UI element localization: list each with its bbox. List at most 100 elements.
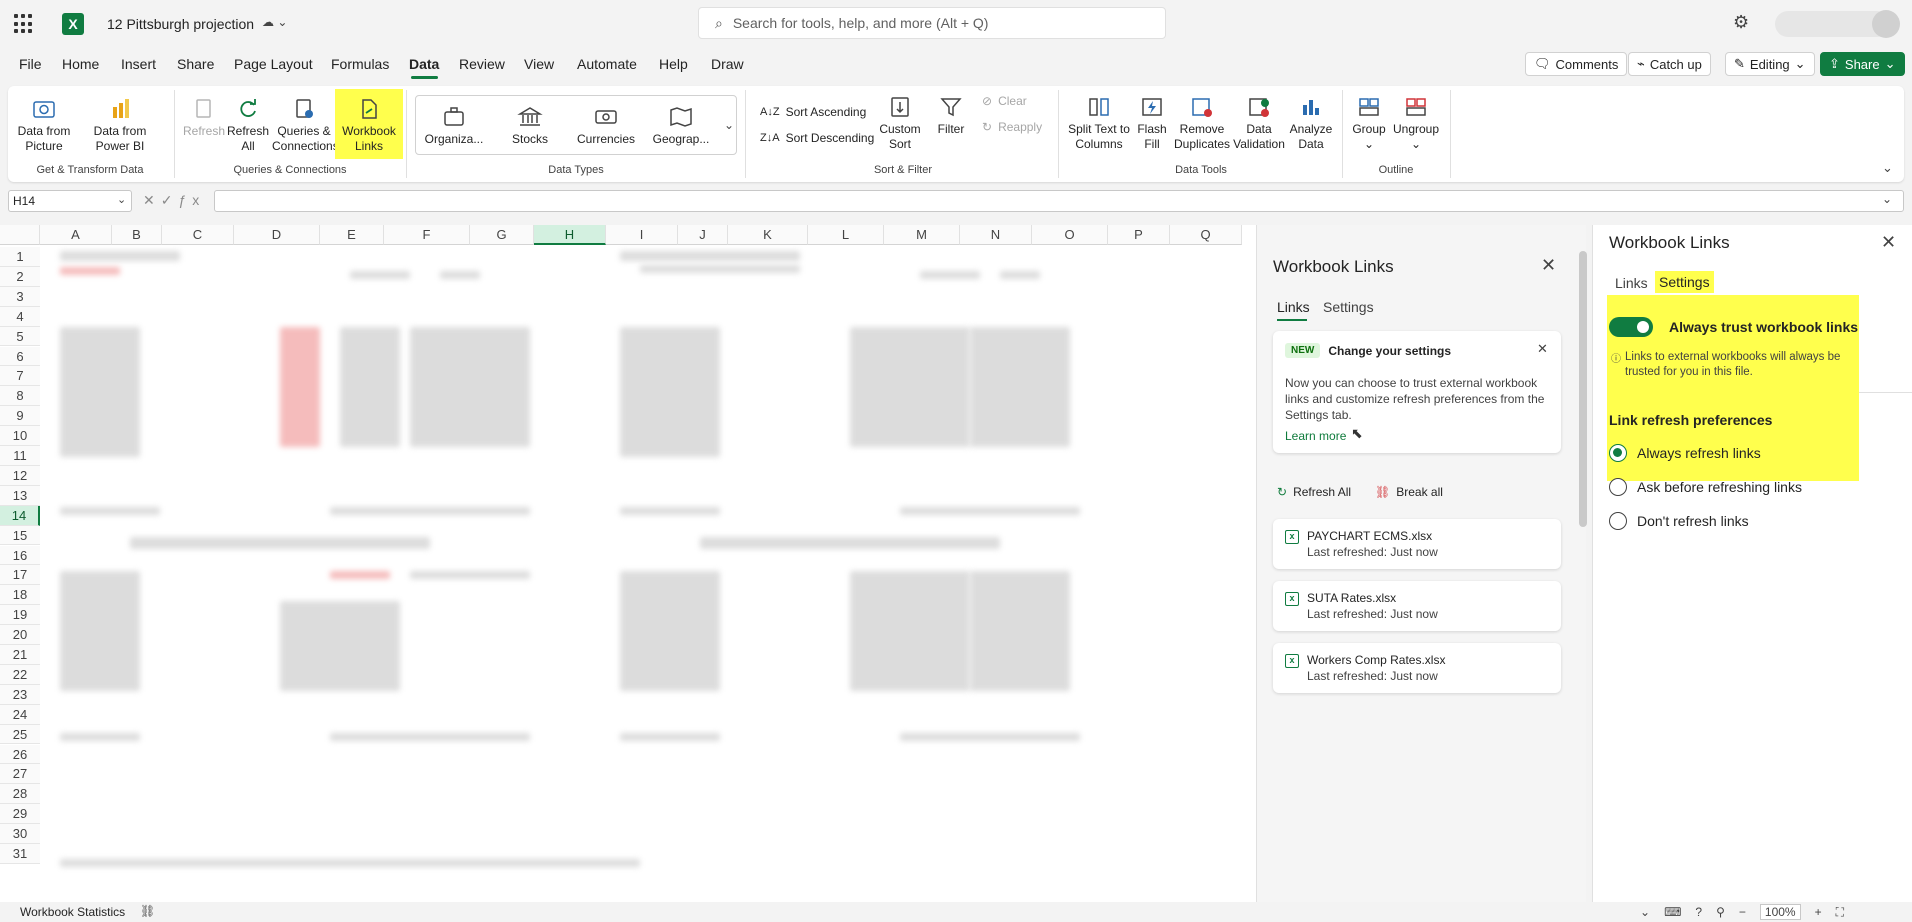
menu-page-layout[interactable]: Page Layout <box>234 56 313 72</box>
row-header[interactable]: 1 <box>0 247 40 267</box>
row-header[interactable]: 28 <box>0 784 40 805</box>
column-header[interactable]: B <box>112 225 162 245</box>
worksheet-grid[interactable]: ABCDEFGHIJKLMNOPQ 1 2 3 4 5 6 7 8 9 10 11 12 13 14 15 1… <box>0 225 1256 903</box>
avatar[interactable] <box>1872 10 1900 38</box>
row-header[interactable]: 7 <box>0 366 40 387</box>
column-header[interactable]: L <box>808 225 884 245</box>
menu-draw[interactable]: Draw <box>711 56 744 72</box>
row-header[interactable]: 4 <box>0 306 40 327</box>
row-header[interactable]: 11 <box>0 446 40 466</box>
radio-button[interactable] <box>1609 478 1627 496</box>
row-header[interactable]: 13 <box>0 485 40 506</box>
refresh-all-button[interactable]: Refresh All <box>225 97 271 154</box>
row-header[interactable]: 25 <box>0 724 40 745</box>
flash-fill-button[interactable]: Flash Fill <box>1134 95 1170 152</box>
column-header[interactable]: O <box>1032 225 1108 245</box>
radio-button-selected[interactable] <box>1609 444 1627 462</box>
list-item[interactable]: x Workers Comp Rates.xlsx Last refreshed… <box>1273 643 1561 693</box>
column-header[interactable]: N <box>960 225 1032 245</box>
stocks-type-button[interactable]: Stocks <box>500 105 560 147</box>
sort-ascending-button[interactable]: A↓Z Sort Ascending <box>760 105 866 119</box>
row-header[interactable]: 27 <box>0 764 40 785</box>
column-header[interactable]: E <box>320 225 384 245</box>
collapse-ribbon-chevron-icon[interactable]: ⌄ <box>1882 160 1893 176</box>
list-item[interactable]: x SUTA Rates.xlsx Last refreshed: Just n… <box>1273 581 1561 631</box>
analyze-data-button[interactable]: Analyze Data <box>1286 95 1336 152</box>
menu-help[interactable]: Help <box>659 56 688 72</box>
queries-connections-button[interactable]: Queries & Connections <box>272 97 339 154</box>
zoom-out-icon[interactable]: − <box>1739 905 1746 919</box>
menu-automate[interactable]: Automate <box>577 56 637 72</box>
radio-button[interactable] <box>1609 512 1627 530</box>
row-header[interactable]: 12 <box>0 465 40 486</box>
refresh-button[interactable]: Refresh <box>181 97 227 139</box>
pane-scrollbar[interactable] <box>1579 251 1587 527</box>
data-from-power-bi-button[interactable]: Data from Power BI <box>75 97 165 154</box>
fullscreen-icon[interactable]: ⛶ <box>1836 905 1844 920</box>
always-trust-toggle[interactable] <box>1609 317 1653 337</box>
data-validation-button[interactable]: Data Validation <box>1233 95 1285 152</box>
tab-links[interactable]: Links <box>1277 299 1310 315</box>
catch-up-button[interactable]: ⌁ Catch up <box>1628 52 1711 76</box>
close-icon[interactable]: ✕ <box>1541 255 1556 276</box>
row-header[interactable]: 24 <box>0 704 40 725</box>
menu-share[interactable]: Share <box>177 56 214 72</box>
column-header[interactable]: J <box>678 225 728 245</box>
radio-dont-refresh[interactable]: Don't refresh links <box>1609 512 1749 530</box>
column-header[interactable]: Q <box>1170 225 1242 245</box>
row-header[interactable]: 10 <box>0 426 40 446</box>
group-button[interactable]: Group ⌄ <box>1348 95 1390 152</box>
row-header[interactable]: 30 <box>0 824 40 844</box>
column-header[interactable]: I <box>606 225 678 245</box>
split-text-button[interactable]: Split Text to Columns <box>1064 95 1134 152</box>
remove-duplicates-button[interactable]: Remove Duplicates <box>1172 95 1232 152</box>
learn-more-link[interactable]: Learn more <box>1285 429 1346 443</box>
zoom-level[interactable]: 100% <box>1759 904 1801 920</box>
zoom-in-icon[interactable]: + <box>1815 905 1822 919</box>
search-box[interactable]: ⌕ Search for tools, help, and more (Alt … <box>698 7 1166 39</box>
keyboard-icon[interactable]: ⌨ <box>1664 905 1681 919</box>
custom-sort-button[interactable]: Custom Sort <box>874 95 926 152</box>
menu-formulas[interactable]: Formulas <box>331 56 389 72</box>
close-icon[interactable]: ✕ <box>1881 232 1896 253</box>
filter-button[interactable]: Filter <box>928 95 974 137</box>
radio-ask-before-refresh[interactable]: Ask before refreshing links <box>1609 478 1802 496</box>
tab-links[interactable]: Links <box>1615 275 1648 291</box>
accessibility-icon[interactable]: ⚲ <box>1716 905 1725 919</box>
row-header[interactable]: 19 <box>0 605 40 626</box>
row-header[interactable]: 16 <box>0 545 40 566</box>
tab-settings[interactable]: Settings <box>1655 271 1714 293</box>
reapply-button[interactable]: ↻ Reapply <box>982 120 1042 134</box>
organization-type-button[interactable]: Organiza... <box>418 105 490 147</box>
break-all-button[interactable]: ⛓ Break all <box>1375 485 1443 499</box>
autosave-chevron-down-icon[interactable]: ☁ ⌄ <box>262 15 287 29</box>
row-header[interactable]: 18 <box>0 585 40 606</box>
row-header[interactable]: 3 <box>0 286 40 307</box>
row-header[interactable]: 8 <box>0 386 40 407</box>
help-icon[interactable]: ? <box>1695 905 1702 919</box>
formula-cancel-confirm-fx-icons[interactable]: ✕✓ƒx <box>143 192 205 209</box>
document-title[interactable]: 12 Pittsburgh projection <box>107 16 254 32</box>
row-header[interactable]: 20 <box>0 625 40 645</box>
row-header[interactable]: 26 <box>0 744 40 765</box>
list-item[interactable]: x PAYCHART ECMS.xlsx Last refreshed: Jus… <box>1273 519 1561 569</box>
menu-home[interactable]: Home <box>62 56 99 72</box>
row-header[interactable]: 31 <box>0 844 40 864</box>
workbook-links-button[interactable]: Workbook Links <box>335 89 403 159</box>
workbook-statistics-button[interactable]: Workbook Statistics <box>20 905 125 919</box>
close-icon[interactable]: ✕ <box>1537 341 1548 357</box>
menu-file[interactable]: File <box>19 56 42 72</box>
menu-view[interactable]: View <box>524 56 554 72</box>
row-header[interactable]: 2 <box>0 266 40 287</box>
row-header[interactable]: 29 <box>0 804 40 825</box>
data-from-picture-button[interactable]: Data from Picture <box>12 97 76 154</box>
column-header[interactable]: C <box>162 225 234 245</box>
formula-input[interactable] <box>214 190 1904 212</box>
column-header[interactable]: K <box>728 225 808 245</box>
tab-settings[interactable]: Settings <box>1323 299 1374 315</box>
gear-icon[interactable]: ⚙ <box>1733 12 1749 33</box>
name-box-chevron-icon[interactable]: ⌄ <box>117 193 126 206</box>
refresh-all-link-button[interactable]: ↻ Refresh All <box>1277 485 1351 499</box>
share-button[interactable]: ⇪ Share ⌄ <box>1820 52 1905 76</box>
column-header[interactable]: M <box>884 225 960 245</box>
